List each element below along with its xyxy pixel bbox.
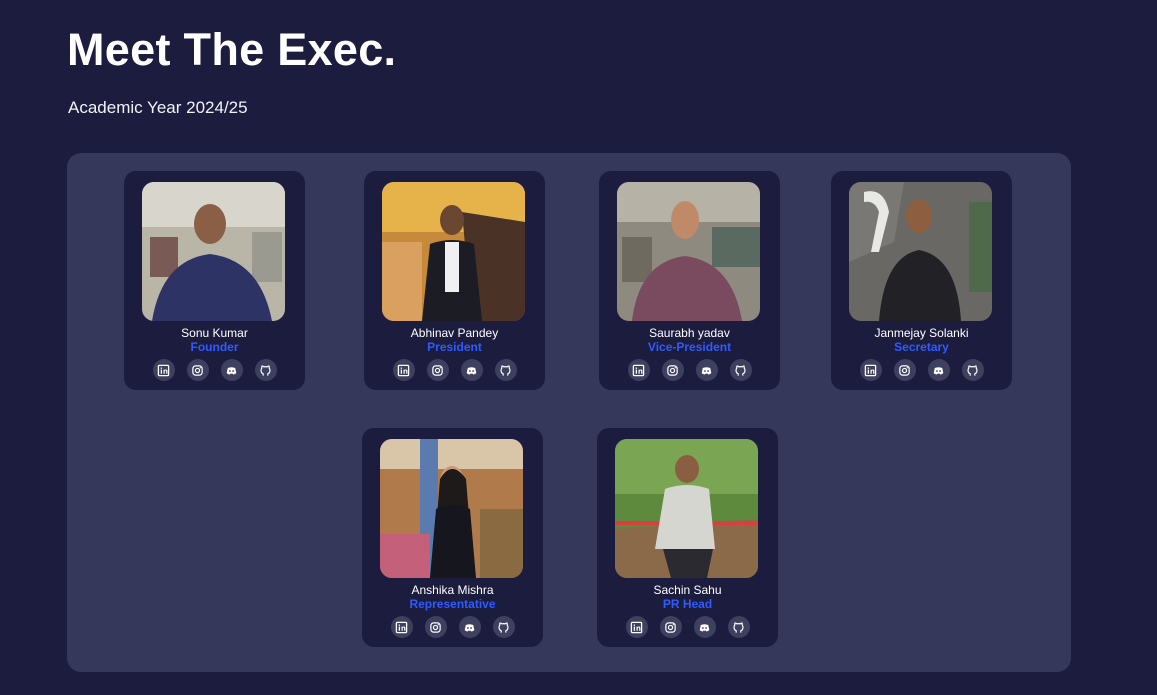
discord-icon[interactable] bbox=[458, 616, 481, 638]
instagram-icon[interactable] bbox=[659, 616, 682, 638]
academic-year-subtitle: Academic Year 2024/25 bbox=[68, 98, 248, 117]
linkedin-icon[interactable] bbox=[390, 616, 413, 638]
linkedin-icon[interactable] bbox=[392, 359, 415, 381]
member-card: Sonu Kumar Founder bbox=[124, 171, 305, 390]
member-role: Representative bbox=[409, 597, 496, 611]
member-card: Anshika Mishra Representative bbox=[362, 428, 543, 647]
member-role: Founder bbox=[190, 340, 239, 354]
member-photo bbox=[617, 182, 760, 321]
social-links bbox=[597, 616, 778, 638]
member-role: Secretary bbox=[894, 340, 949, 354]
instagram-icon[interactable] bbox=[424, 616, 447, 638]
github-icon[interactable] bbox=[492, 616, 515, 638]
github-icon[interactable] bbox=[729, 359, 752, 381]
member-name: Janmejay Solanki bbox=[874, 326, 969, 340]
linkedin-icon[interactable] bbox=[152, 359, 175, 381]
discord-icon[interactable] bbox=[220, 359, 243, 381]
member-card: Saurabh yadav Vice-President bbox=[599, 171, 780, 390]
member-photo bbox=[849, 182, 992, 321]
page-title: Meet The Exec. bbox=[67, 24, 397, 75]
member-photo bbox=[615, 439, 758, 578]
exec-panel: Sonu Kumar Founder Abhinav Pandey Presid… bbox=[67, 153, 1071, 672]
instagram-icon[interactable] bbox=[186, 359, 209, 381]
member-photo bbox=[142, 182, 285, 321]
social-links bbox=[364, 359, 545, 381]
linkedin-icon[interactable] bbox=[625, 616, 648, 638]
discord-icon[interactable] bbox=[693, 616, 716, 638]
member-card: Sachin Sahu PR Head bbox=[597, 428, 778, 647]
member-name: Sonu Kumar bbox=[181, 326, 248, 340]
member-role: President bbox=[427, 340, 482, 354]
github-icon[interactable] bbox=[727, 616, 750, 638]
social-links bbox=[362, 616, 543, 638]
social-links bbox=[124, 359, 305, 381]
social-links bbox=[831, 359, 1012, 381]
social-links bbox=[599, 359, 780, 381]
instagram-icon[interactable] bbox=[893, 359, 916, 381]
instagram-icon[interactable] bbox=[426, 359, 449, 381]
discord-icon[interactable] bbox=[695, 359, 718, 381]
github-icon[interactable] bbox=[494, 359, 517, 381]
linkedin-icon[interactable] bbox=[627, 359, 650, 381]
github-icon[interactable] bbox=[961, 359, 984, 381]
member-name: Anshika Mishra bbox=[411, 583, 494, 597]
member-photo bbox=[382, 182, 525, 321]
discord-icon[interactable] bbox=[927, 359, 950, 381]
member-photo bbox=[380, 439, 523, 578]
member-name: Abhinav Pandey bbox=[410, 326, 499, 340]
member-role: PR Head bbox=[662, 597, 713, 611]
member-name: Saurabh yadav bbox=[649, 326, 730, 340]
github-icon[interactable] bbox=[254, 359, 277, 381]
member-card: Abhinav Pandey President bbox=[364, 171, 545, 390]
linkedin-icon[interactable] bbox=[859, 359, 882, 381]
member-card: Janmejay Solanki Secretary bbox=[831, 171, 1012, 390]
instagram-icon[interactable] bbox=[661, 359, 684, 381]
discord-icon[interactable] bbox=[460, 359, 483, 381]
member-name: Sachin Sahu bbox=[653, 583, 722, 597]
member-role: Vice-President bbox=[647, 340, 732, 354]
